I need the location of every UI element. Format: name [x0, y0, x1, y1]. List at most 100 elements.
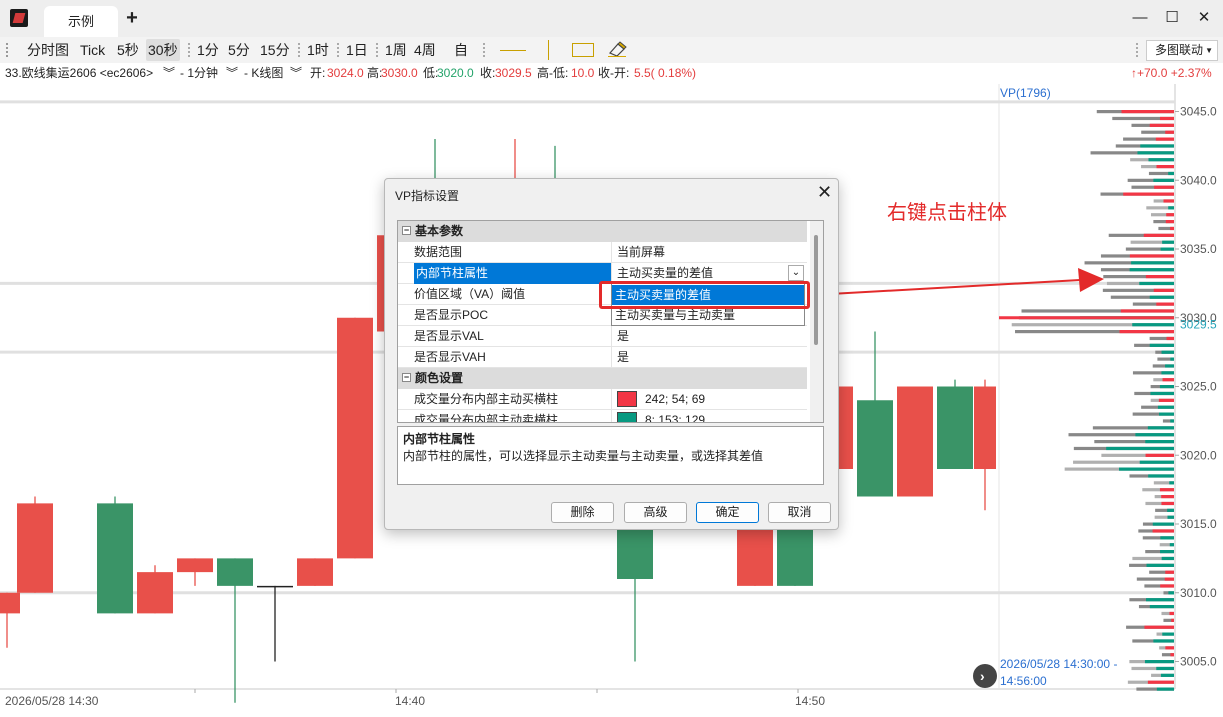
- vp-diff-bar: [1164, 577, 1174, 581]
- color-swatch[interactable]: [617, 390, 637, 407]
- vp-diff-bar: [1159, 412, 1174, 416]
- vp-diff-bar: [1161, 350, 1174, 354]
- vp-diff-bar: [1165, 220, 1174, 224]
- vp-diff-bar: [1121, 110, 1174, 114]
- vp-diff-bar: [1152, 529, 1174, 533]
- maximize-button[interactable]: ☐: [1164, 10, 1180, 26]
- vp-diff-bar: [1169, 611, 1174, 616]
- period-15m[interactable]: 15分: [258, 39, 292, 61]
- vp-diff-bar: [1153, 178, 1174, 182]
- time-label: 14:50: [795, 694, 825, 708]
- prop-row-show-val[interactable]: 是否显示VAL 是: [398, 326, 807, 347]
- vp-diff-bar: [1148, 158, 1174, 162]
- prop-key: 是否显示VAL: [414, 326, 612, 347]
- vp-diff-bar: [1170, 419, 1174, 423]
- prop-value[interactable]: 是: [613, 347, 807, 368]
- contract-name[interactable]: 33.欧线集运2606 <ec2606>: [5, 63, 153, 84]
- chart-type-label[interactable]: - K线图: [244, 63, 283, 84]
- vp-diff-bar: [1144, 625, 1174, 629]
- close-window-button[interactable]: ✕: [1196, 10, 1212, 26]
- vp-diff-bar: [1140, 144, 1174, 148]
- vertical-line-icon[interactable]: [548, 40, 549, 60]
- tab-example[interactable]: 示例: [44, 6, 118, 37]
- collapse-icon[interactable]: −: [402, 373, 411, 383]
- chevron-down-icon[interactable]: ︾: [226, 63, 238, 84]
- period-5m[interactable]: 5分: [226, 39, 252, 61]
- grid-scroll-thumb[interactable]: [814, 235, 818, 345]
- toolbar-separator: [1136, 43, 1138, 57]
- title-bar: 示例 + — ☐ ✕: [0, 0, 1223, 37]
- category-colors[interactable]: − 颜色设置: [398, 368, 807, 389]
- ok-button[interactable]: 确定: [696, 502, 759, 523]
- open-label: 开:: [310, 66, 326, 80]
- chevron-down-icon: ▼: [1205, 46, 1213, 55]
- vp-diff-bar: [1119, 330, 1174, 334]
- prop-value[interactable]: 8; 153; 129: [613, 410, 807, 422]
- period-toolbar: 分时图 Tick 5秒 30秒 1分 5分 15分 1时 1日 1周 4周 自 …: [0, 37, 1223, 63]
- close-icon[interactable]: ✕: [817, 183, 832, 201]
- expand-button[interactable]: [973, 664, 997, 688]
- multi-chart-link-dropdown[interactable]: 多图联动 ▼: [1146, 40, 1218, 61]
- collapse-icon[interactable]: −: [402, 226, 411, 236]
- draw-rectangle-icon[interactable]: [572, 43, 594, 57]
- vp-diff-bar: [1170, 226, 1174, 231]
- advanced-button[interactable]: 高级: [624, 502, 687, 523]
- high-value: 3030.0: [381, 66, 418, 80]
- vp-diff-bar: [1154, 185, 1174, 189]
- add-tab-button[interactable]: +: [123, 8, 141, 28]
- vp-diff-bar: [1160, 550, 1174, 554]
- color-value: 242; 54; 69: [645, 392, 706, 406]
- vp-diff-bar: [1156, 302, 1174, 306]
- chevron-down-icon[interactable]: ⌄: [788, 265, 804, 281]
- vp-diff-bar: [1147, 680, 1174, 684]
- vp-diff-bar: [1149, 295, 1174, 299]
- range-label: 高-低:: [537, 66, 569, 80]
- chevron-down-icon[interactable]: ︾: [163, 63, 175, 84]
- prop-key: 成交量分布内部主动卖横柱: [414, 410, 612, 422]
- period-30s[interactable]: 30秒: [146, 39, 180, 61]
- time-label: 14:40: [395, 694, 425, 708]
- vp-diff-bar: [1145, 440, 1174, 444]
- description-text: 内部节柱的属性，可以选择显示主动卖量与主动卖量，或选择其差值: [403, 449, 764, 463]
- vp-diff-bar: [1147, 426, 1174, 430]
- period-timeshare[interactable]: 分时图: [25, 39, 71, 61]
- toolbar-grip[interactable]: [6, 43, 8, 57]
- candle-body: [217, 558, 253, 586]
- prop-row-data-range[interactable]: 数据范围 当前屏幕: [398, 242, 807, 263]
- draw-line-icon[interactable]: [500, 50, 526, 51]
- category-basic[interactable]: − 基本参数: [398, 221, 807, 242]
- period-1d[interactable]: 1日: [344, 39, 370, 61]
- price-label: 3035.0: [1180, 242, 1217, 256]
- candle-body: [297, 558, 333, 586]
- period-label[interactable]: - 1分钟: [180, 63, 218, 84]
- vp-diff-bar: [1123, 192, 1174, 196]
- eraser-icon[interactable]: [607, 41, 627, 57]
- period-1h[interactable]: 1时: [305, 39, 331, 61]
- prop-value[interactable]: 是: [613, 326, 807, 347]
- period-tick[interactable]: Tick: [78, 39, 107, 61]
- price-label: 3010.0: [1180, 586, 1217, 600]
- prop-row-sell-bar-color[interactable]: 成交量分布内部主动卖横柱 8; 153; 129: [398, 410, 807, 422]
- delete-button[interactable]: 删除: [551, 502, 614, 523]
- candle-body: [897, 386, 933, 497]
- prop-value[interactable]: 当前屏幕: [613, 242, 807, 263]
- prop-row-show-vah[interactable]: 是否显示VAH 是: [398, 347, 807, 368]
- cancel-button[interactable]: 取消: [768, 502, 831, 523]
- period-custom[interactable]: 自: [452, 39, 470, 61]
- period-1m[interactable]: 1分: [195, 39, 221, 61]
- period-5s[interactable]: 5秒: [115, 39, 141, 61]
- chevron-right-icon: ›: [980, 668, 985, 684]
- color-swatch[interactable]: [617, 411, 637, 422]
- vp-diff-bar: [1156, 165, 1174, 169]
- period-1w[interactable]: 1周: [383, 39, 409, 61]
- period-4w[interactable]: 4周: [412, 39, 438, 61]
- close-label: 收:: [480, 66, 496, 80]
- vp-diff-bar: [1168, 206, 1174, 210]
- prop-value[interactable]: 242; 54; 69: [613, 389, 807, 410]
- minimize-button[interactable]: —: [1132, 10, 1148, 26]
- chevron-down-icon[interactable]: ︾: [290, 63, 302, 84]
- vp-indicator-label[interactable]: VP(1796): [1000, 86, 1051, 100]
- vp-diff-bar: [1160, 536, 1174, 540]
- prop-row-buy-bar-color[interactable]: 成交量分布内部主动买横柱 242; 54; 69: [398, 389, 807, 410]
- vp-settings-dialog: VP指标设置 ✕ − 基本参数 数据范围 当前屏幕 内部节柱属性 主动买卖量的差值 ⌄ …: [384, 178, 839, 530]
